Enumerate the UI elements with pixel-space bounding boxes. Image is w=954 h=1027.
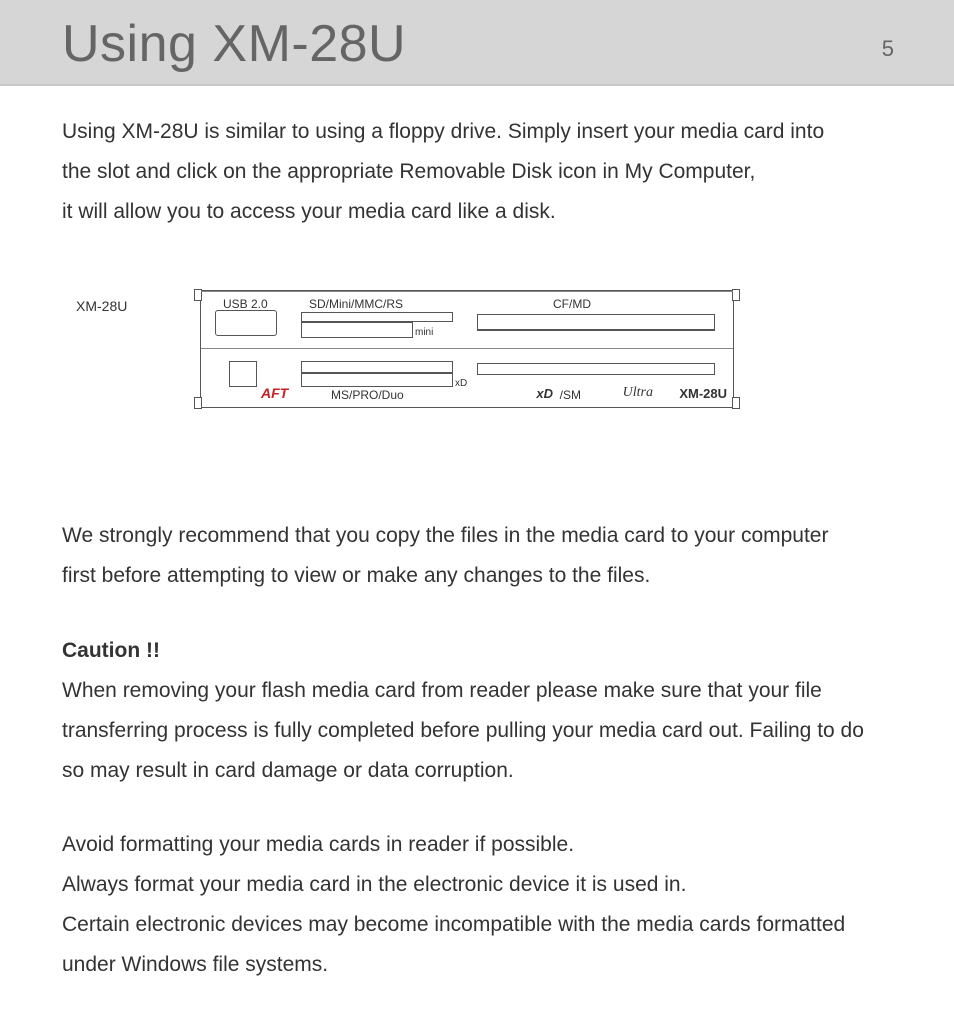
brand-aft-logo: AFT: [261, 381, 288, 405]
page-content: Using XM-28U is similar to using a flopp…: [0, 86, 954, 1027]
device-top-row: USB 2.0 SD/Mini/MMC/RS CF/MD mini: [201, 291, 733, 348]
caution-line: When removing your flash media card from…: [62, 673, 894, 709]
intro-line: it will allow you to access your media c…: [62, 194, 894, 230]
mini-slot-icon: [301, 322, 413, 338]
brand-xd-logo: xD: [536, 383, 553, 405]
caution-line: transferring process is fully completed …: [62, 713, 894, 749]
format-advice-line: under Windows file systems.: [62, 947, 894, 983]
brand-model-text: XM-28U: [679, 383, 727, 405]
recommend-line: We strongly recommend that you copy the …: [62, 518, 894, 554]
device-outline: USB 2.0 SD/Mini/MMC/RS CF/MD mini: [200, 290, 734, 408]
cf-slot-line-icon: [477, 330, 715, 331]
label-mini: mini: [415, 324, 433, 341]
notch-icon: [732, 397, 740, 409]
usb-slot-icon: [215, 310, 277, 336]
format-advice-line: Certain electronic devices may become in…: [62, 907, 894, 943]
page-header: Using XM-28U 5: [0, 0, 954, 86]
caution-line: so may result in card damage or data cor…: [62, 753, 894, 789]
ms-slot-icon: [301, 361, 453, 373]
device-diagram: XM-28U USB 2.0 SD/Mini/MMC/RS CF/MD mini: [76, 290, 894, 408]
page-number: 5: [882, 36, 894, 62]
format-advice-line: Avoid formatting your media cards in rea…: [62, 827, 894, 863]
format-advice-line: Always format your media card in the ele…: [62, 867, 894, 903]
caution-heading: Caution !!: [62, 633, 894, 669]
sm-slot-icon: [477, 363, 715, 375]
brand-ultra-text: Ultra: [623, 381, 653, 405]
diagram-side-label: XM-28U: [76, 290, 200, 318]
notch-icon: [732, 289, 740, 301]
intro-line: the slot and click on the appropriate Re…: [62, 154, 894, 190]
label-cf: CF/MD: [553, 294, 591, 315]
device-bottom-row: xD MS/PRO/Duo AFT xD /SM Ultra XM-28U: [201, 348, 733, 407]
label-xd: xD: [455, 375, 467, 392]
page-title: Using XM-28U: [62, 15, 406, 73]
sd-slot-icon: [301, 312, 453, 322]
recommend-line: first before attempting to view or make …: [62, 558, 894, 594]
label-ms: MS/PRO/Duo: [331, 385, 404, 406]
intro-line: Using XM-28U is similar to using a flopp…: [62, 114, 894, 150]
small-slot-icon: [229, 361, 257, 387]
cf-slot-icon: [477, 314, 715, 330]
brand-sm-text: /SM: [560, 385, 581, 406]
